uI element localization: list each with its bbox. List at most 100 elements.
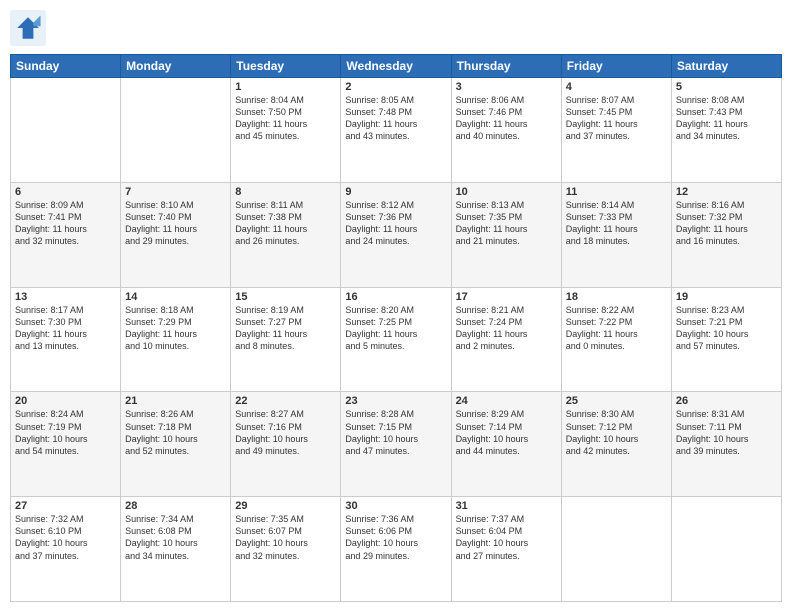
weekday-header: Monday: [121, 55, 231, 78]
calendar-day-cell: 2Sunrise: 8:05 AM Sunset: 7:48 PM Daylig…: [341, 78, 451, 183]
calendar-day-cell: 15Sunrise: 8:19 AM Sunset: 7:27 PM Dayli…: [231, 287, 341, 392]
calendar-day-cell: 25Sunrise: 8:30 AM Sunset: 7:12 PM Dayli…: [561, 392, 671, 497]
calendar-day-cell: 20Sunrise: 8:24 AM Sunset: 7:19 PM Dayli…: [11, 392, 121, 497]
day-detail: Sunrise: 8:21 AM Sunset: 7:24 PM Dayligh…: [456, 304, 557, 353]
day-detail: Sunrise: 8:29 AM Sunset: 7:14 PM Dayligh…: [456, 408, 557, 457]
header: [10, 10, 782, 46]
day-detail: Sunrise: 8:27 AM Sunset: 7:16 PM Dayligh…: [235, 408, 336, 457]
day-detail: Sunrise: 8:13 AM Sunset: 7:35 PM Dayligh…: [456, 199, 557, 248]
calendar-day-cell: 24Sunrise: 8:29 AM Sunset: 7:14 PM Dayli…: [451, 392, 561, 497]
day-detail: Sunrise: 8:11 AM Sunset: 7:38 PM Dayligh…: [235, 199, 336, 248]
day-detail: Sunrise: 7:34 AM Sunset: 6:08 PM Dayligh…: [125, 513, 226, 562]
logo-icon: [10, 10, 46, 46]
calendar-header-row: SundayMondayTuesdayWednesdayThursdayFrid…: [11, 55, 782, 78]
day-detail: Sunrise: 8:31 AM Sunset: 7:11 PM Dayligh…: [676, 408, 777, 457]
day-number: 1: [235, 81, 336, 93]
calendar-day-cell: 12Sunrise: 8:16 AM Sunset: 7:32 PM Dayli…: [671, 182, 781, 287]
day-number: 30: [345, 500, 446, 512]
calendar-day-cell: 6Sunrise: 8:09 AM Sunset: 7:41 PM Daylig…: [11, 182, 121, 287]
calendar-week-row: 27Sunrise: 7:32 AM Sunset: 6:10 PM Dayli…: [11, 497, 782, 602]
day-detail: Sunrise: 8:20 AM Sunset: 7:25 PM Dayligh…: [345, 304, 446, 353]
calendar-day-cell: 19Sunrise: 8:23 AM Sunset: 7:21 PM Dayli…: [671, 287, 781, 392]
day-detail: Sunrise: 8:22 AM Sunset: 7:22 PM Dayligh…: [566, 304, 667, 353]
calendar-day-cell: 21Sunrise: 8:26 AM Sunset: 7:18 PM Dayli…: [121, 392, 231, 497]
day-detail: Sunrise: 8:10 AM Sunset: 7:40 PM Dayligh…: [125, 199, 226, 248]
calendar-day-cell: 23Sunrise: 8:28 AM Sunset: 7:15 PM Dayli…: [341, 392, 451, 497]
day-detail: Sunrise: 7:36 AM Sunset: 6:06 PM Dayligh…: [345, 513, 446, 562]
day-number: 18: [566, 291, 667, 303]
day-number: 23: [345, 395, 446, 407]
calendar-day-cell: 13Sunrise: 8:17 AM Sunset: 7:30 PM Dayli…: [11, 287, 121, 392]
day-detail: Sunrise: 8:26 AM Sunset: 7:18 PM Dayligh…: [125, 408, 226, 457]
calendar-day-cell: 22Sunrise: 8:27 AM Sunset: 7:16 PM Dayli…: [231, 392, 341, 497]
calendar-day-cell: [561, 497, 671, 602]
calendar-day-cell: 27Sunrise: 7:32 AM Sunset: 6:10 PM Dayli…: [11, 497, 121, 602]
calendar-day-cell: 30Sunrise: 7:36 AM Sunset: 6:06 PM Dayli…: [341, 497, 451, 602]
day-number: 7: [125, 186, 226, 198]
calendar-day-cell: [121, 78, 231, 183]
calendar-day-cell: 17Sunrise: 8:21 AM Sunset: 7:24 PM Dayli…: [451, 287, 561, 392]
day-detail: Sunrise: 7:37 AM Sunset: 6:04 PM Dayligh…: [456, 513, 557, 562]
calendar-day-cell: 7Sunrise: 8:10 AM Sunset: 7:40 PM Daylig…: [121, 182, 231, 287]
day-number: 21: [125, 395, 226, 407]
day-number: 22: [235, 395, 336, 407]
day-detail: Sunrise: 8:07 AM Sunset: 7:45 PM Dayligh…: [566, 94, 667, 143]
day-number: 27: [15, 500, 116, 512]
calendar-day-cell: 11Sunrise: 8:14 AM Sunset: 7:33 PM Dayli…: [561, 182, 671, 287]
day-detail: Sunrise: 7:35 AM Sunset: 6:07 PM Dayligh…: [235, 513, 336, 562]
day-number: 15: [235, 291, 336, 303]
day-number: 14: [125, 291, 226, 303]
logo: [10, 10, 50, 46]
calendar-table: SundayMondayTuesdayWednesdayThursdayFrid…: [10, 54, 782, 602]
calendar-day-cell: 10Sunrise: 8:13 AM Sunset: 7:35 PM Dayli…: [451, 182, 561, 287]
day-number: 25: [566, 395, 667, 407]
calendar-week-row: 1Sunrise: 8:04 AM Sunset: 7:50 PM Daylig…: [11, 78, 782, 183]
calendar-day-cell: 9Sunrise: 8:12 AM Sunset: 7:36 PM Daylig…: [341, 182, 451, 287]
weekday-header: Friday: [561, 55, 671, 78]
calendar-day-cell: 5Sunrise: 8:08 AM Sunset: 7:43 PM Daylig…: [671, 78, 781, 183]
day-number: 6: [15, 186, 116, 198]
calendar-day-cell: [671, 497, 781, 602]
day-number: 8: [235, 186, 336, 198]
calendar-week-row: 6Sunrise: 8:09 AM Sunset: 7:41 PM Daylig…: [11, 182, 782, 287]
weekday-header: Tuesday: [231, 55, 341, 78]
day-number: 11: [566, 186, 667, 198]
calendar-day-cell: 8Sunrise: 8:11 AM Sunset: 7:38 PM Daylig…: [231, 182, 341, 287]
day-detail: Sunrise: 7:32 AM Sunset: 6:10 PM Dayligh…: [15, 513, 116, 562]
calendar-day-cell: [11, 78, 121, 183]
day-number: 4: [566, 81, 667, 93]
day-number: 10: [456, 186, 557, 198]
day-number: 9: [345, 186, 446, 198]
calendar-day-cell: 31Sunrise: 7:37 AM Sunset: 6:04 PM Dayli…: [451, 497, 561, 602]
calendar-day-cell: 18Sunrise: 8:22 AM Sunset: 7:22 PM Dayli…: [561, 287, 671, 392]
day-number: 16: [345, 291, 446, 303]
day-detail: Sunrise: 8:17 AM Sunset: 7:30 PM Dayligh…: [15, 304, 116, 353]
day-detail: Sunrise: 8:30 AM Sunset: 7:12 PM Dayligh…: [566, 408, 667, 457]
day-number: 28: [125, 500, 226, 512]
day-detail: Sunrise: 8:14 AM Sunset: 7:33 PM Dayligh…: [566, 199, 667, 248]
calendar-week-row: 13Sunrise: 8:17 AM Sunset: 7:30 PM Dayli…: [11, 287, 782, 392]
day-number: 26: [676, 395, 777, 407]
weekday-header: Saturday: [671, 55, 781, 78]
calendar-day-cell: 3Sunrise: 8:06 AM Sunset: 7:46 PM Daylig…: [451, 78, 561, 183]
calendar-day-cell: 1Sunrise: 8:04 AM Sunset: 7:50 PM Daylig…: [231, 78, 341, 183]
day-number: 31: [456, 500, 557, 512]
day-number: 3: [456, 81, 557, 93]
day-detail: Sunrise: 8:12 AM Sunset: 7:36 PM Dayligh…: [345, 199, 446, 248]
calendar-day-cell: 28Sunrise: 7:34 AM Sunset: 6:08 PM Dayli…: [121, 497, 231, 602]
day-detail: Sunrise: 8:23 AM Sunset: 7:21 PM Dayligh…: [676, 304, 777, 353]
day-detail: Sunrise: 8:28 AM Sunset: 7:15 PM Dayligh…: [345, 408, 446, 457]
day-detail: Sunrise: 8:08 AM Sunset: 7:43 PM Dayligh…: [676, 94, 777, 143]
day-detail: Sunrise: 8:16 AM Sunset: 7:32 PM Dayligh…: [676, 199, 777, 248]
weekday-header: Thursday: [451, 55, 561, 78]
day-detail: Sunrise: 8:06 AM Sunset: 7:46 PM Dayligh…: [456, 94, 557, 143]
day-detail: Sunrise: 8:19 AM Sunset: 7:27 PM Dayligh…: [235, 304, 336, 353]
calendar-day-cell: 26Sunrise: 8:31 AM Sunset: 7:11 PM Dayli…: [671, 392, 781, 497]
day-number: 17: [456, 291, 557, 303]
day-number: 12: [676, 186, 777, 198]
day-number: 24: [456, 395, 557, 407]
day-detail: Sunrise: 8:05 AM Sunset: 7:48 PM Dayligh…: [345, 94, 446, 143]
day-detail: Sunrise: 8:09 AM Sunset: 7:41 PM Dayligh…: [15, 199, 116, 248]
weekday-header: Wednesday: [341, 55, 451, 78]
calendar-day-cell: 29Sunrise: 7:35 AM Sunset: 6:07 PM Dayli…: [231, 497, 341, 602]
